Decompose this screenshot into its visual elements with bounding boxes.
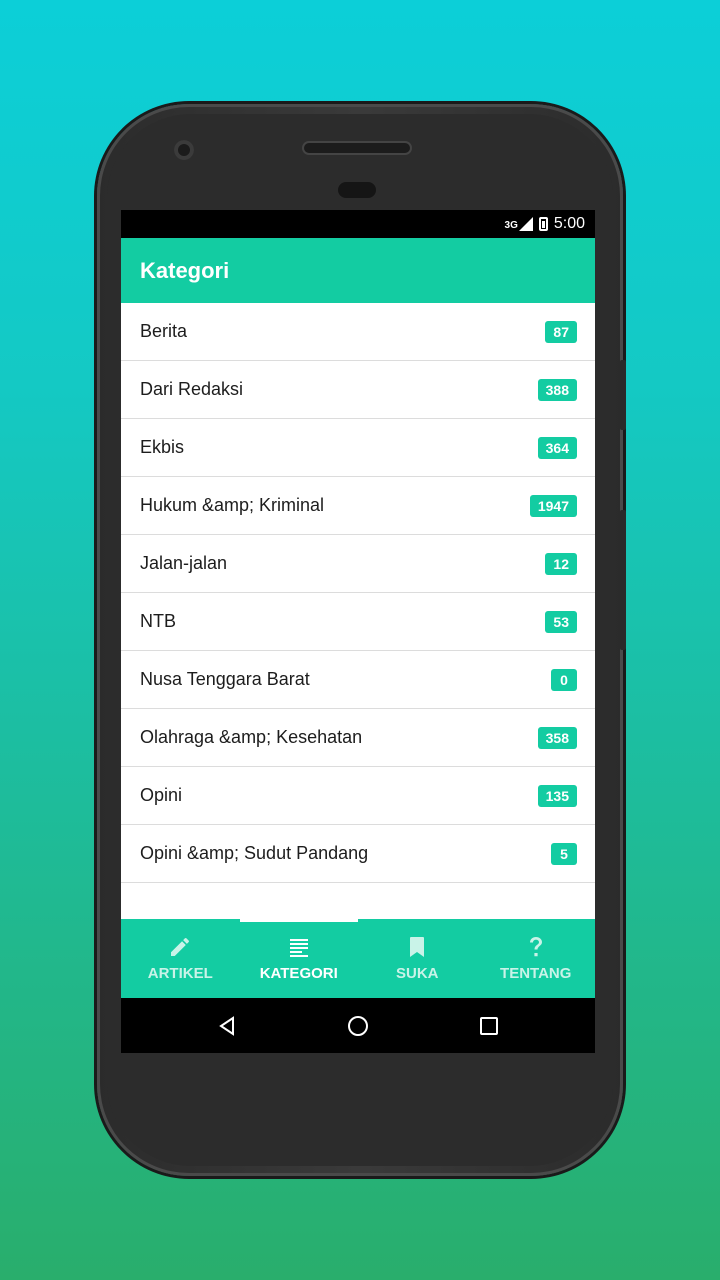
tab-label: ARTIKEL xyxy=(147,965,213,982)
category-label: Ekbis xyxy=(140,437,185,457)
list-icon xyxy=(289,939,308,957)
front-camera-icon xyxy=(174,140,194,160)
status-bar: 3G 5:00 xyxy=(121,210,595,238)
category-label: Nusa Tenggara Barat xyxy=(140,669,310,689)
bottom-navigation: ARTIKEL KATEGORI SUKA TENTANG xyxy=(121,919,595,998)
tab-suka[interactable]: SUKA xyxy=(358,919,477,998)
signal-indicator: 3G xyxy=(505,217,533,231)
category-label: Berita xyxy=(140,321,188,341)
signal-icon xyxy=(518,217,533,231)
network-type: 3G xyxy=(504,220,518,231)
count-badge: 5 xyxy=(551,842,577,865)
power-button xyxy=(620,510,626,650)
question-icon xyxy=(529,937,542,957)
category-label: Jalan-jalan xyxy=(140,553,228,573)
volume-button xyxy=(620,360,626,430)
page-title: Kategori xyxy=(140,257,230,283)
category-item-berita[interactable]: Berita 87 xyxy=(121,303,595,361)
battery-icon xyxy=(538,217,548,231)
tab-kategori[interactable]: KATEGORI xyxy=(240,919,359,998)
phone-screen: 3G 5:00 Kategori Berita 87 Dari Redaksi … xyxy=(121,210,595,1053)
count-badge: 388 xyxy=(537,378,577,401)
category-label: NTB xyxy=(140,611,176,631)
system-navigation-bar xyxy=(121,998,595,1053)
category-item-dari-redaksi[interactable]: Dari Redaksi 388 xyxy=(121,361,595,419)
count-badge: 1947 xyxy=(529,494,577,517)
active-tab-indicator xyxy=(240,919,358,922)
category-label: Opini xyxy=(140,785,183,805)
tab-label: KATEGORI xyxy=(259,965,338,982)
tab-label: SUKA xyxy=(395,965,439,982)
home-icon[interactable] xyxy=(347,1015,369,1037)
category-item-opini-sudut-pandang[interactable]: Opini &amp; Sudut Pandang 5 xyxy=(121,825,595,883)
count-badge: 358 xyxy=(537,726,577,749)
tab-label: TENTANG xyxy=(500,965,572,982)
count-badge: 53 xyxy=(545,610,577,633)
back-icon[interactable] xyxy=(216,1015,238,1037)
category-item-opini[interactable]: Opini 135 xyxy=(121,767,595,825)
count-badge: 0 xyxy=(551,668,577,691)
category-label: Dari Redaksi xyxy=(140,379,244,399)
count-badge: 87 xyxy=(545,320,577,343)
status-time: 5:00 xyxy=(553,215,585,232)
category-item-olahraga-kesehatan[interactable]: Olahraga &amp; Kesehatan 358 xyxy=(121,709,595,767)
tab-tentang[interactable]: TENTANG xyxy=(477,919,596,998)
pencil-icon xyxy=(171,937,190,956)
category-list: Berita 87 Dari Redaksi 388 Ekbis 364 Huk… xyxy=(121,303,595,883)
category-item-nusa-tenggara-barat[interactable]: Nusa Tenggara Barat 0 xyxy=(121,651,595,709)
category-label: Olahraga &amp; Kesehatan xyxy=(140,727,363,747)
category-item-ekbis[interactable]: Ekbis 364 xyxy=(121,419,595,477)
bookmark-icon xyxy=(410,937,425,957)
earpiece-speaker xyxy=(304,143,410,153)
app-bar: Kategori xyxy=(121,238,595,303)
proximity-sensor xyxy=(338,182,376,198)
category-item-ntb[interactable]: NTB 53 xyxy=(121,593,595,651)
category-item-jalan-jalan[interactable]: Jalan-jalan 12 xyxy=(121,535,595,593)
count-badge: 12 xyxy=(545,552,577,575)
category-item-hukum-kriminal[interactable]: Hukum &amp; Kriminal 1947 xyxy=(121,477,595,535)
recents-icon[interactable] xyxy=(478,1015,500,1037)
category-label: Hukum &amp; Kriminal xyxy=(140,495,325,515)
tab-artikel[interactable]: ARTIKEL xyxy=(121,919,240,998)
category-label: Opini &amp; Sudut Pandang xyxy=(140,843,369,863)
count-badge: 135 xyxy=(537,784,577,807)
count-badge: 364 xyxy=(537,436,577,459)
